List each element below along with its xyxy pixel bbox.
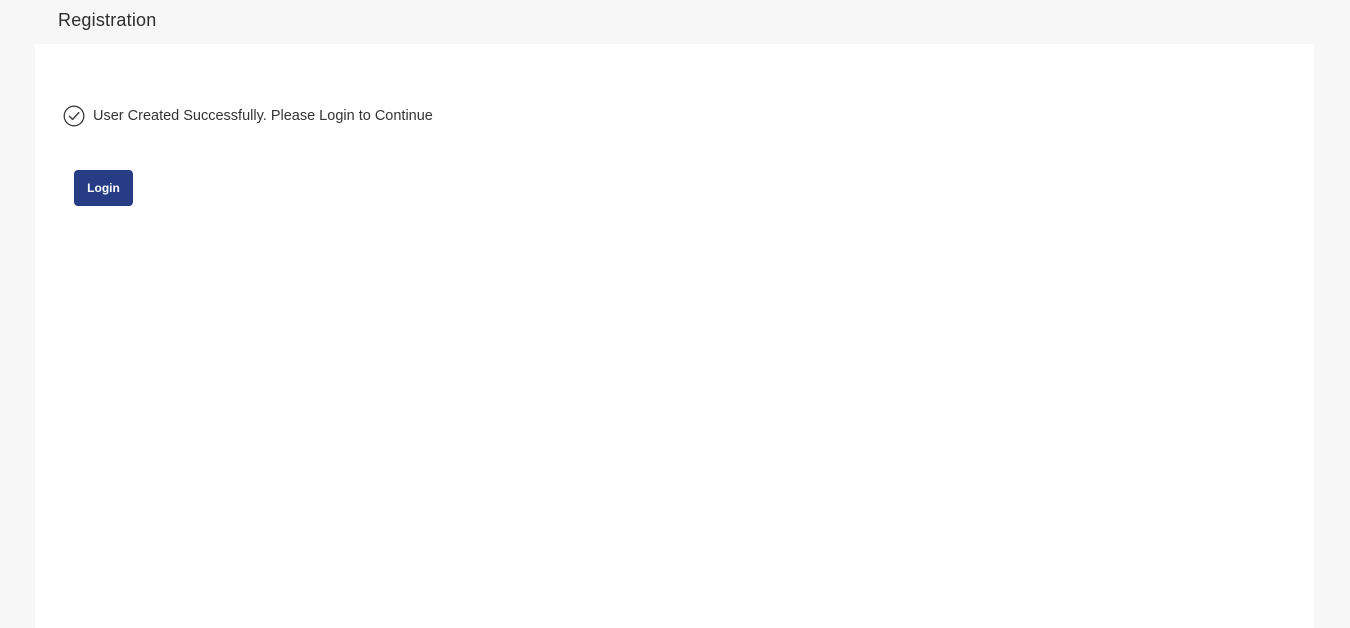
login-button[interactable]: Login — [74, 170, 133, 206]
success-message: User Created Successfully. Please Login … — [63, 105, 433, 127]
page-header: Registration — [0, 0, 1350, 44]
success-message-text: User Created Successfully. Please Login … — [93, 108, 433, 124]
content-card: User Created Successfully. Please Login … — [35, 44, 1314, 628]
check-circle-icon — [63, 105, 85, 127]
page-title: Registration — [58, 10, 157, 30]
